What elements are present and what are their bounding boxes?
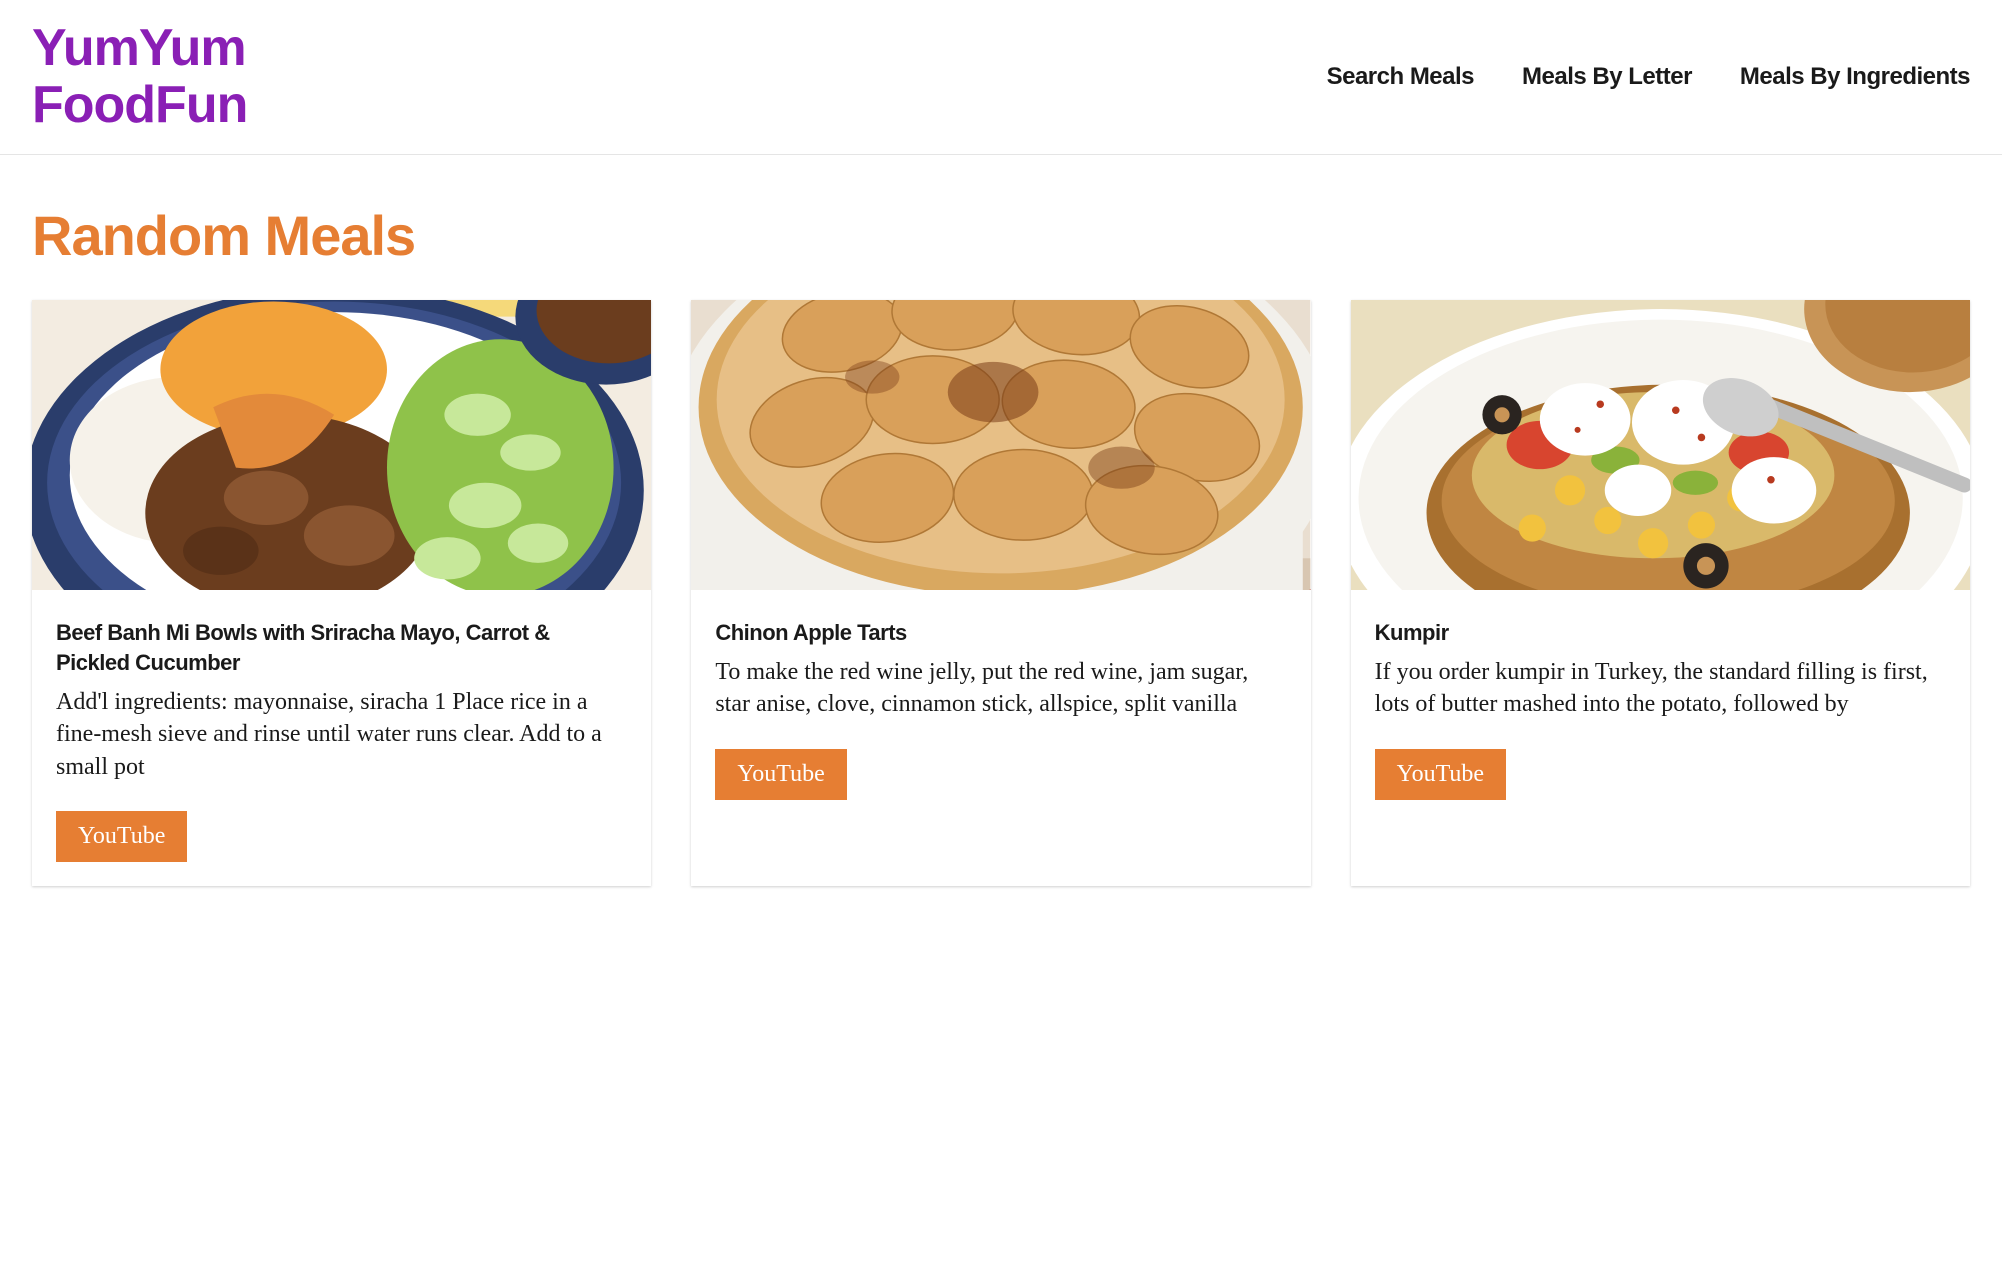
logo-line-1: YumYum — [32, 20, 247, 77]
meal-title: Beef Banh Mi Bowls with Sriracha Mayo, C… — [56, 618, 627, 677]
meal-title: Chinon Apple Tarts — [715, 618, 1286, 648]
nav-meals-by-ingredients[interactable]: Meals By Ingredients — [1740, 63, 1970, 91]
meal-card: Beef Banh Mi Bowls with Sriracha Mayo, C… — [32, 300, 651, 886]
meal-description: If you order kumpir in Turkey, the stand… — [1375, 656, 1946, 721]
logo-link[interactable]: YumYum FoodFun — [32, 20, 247, 134]
youtube-button[interactable]: YouTube — [56, 811, 187, 862]
logo-line-2: FoodFun — [32, 77, 247, 134]
page-title: Random Meals — [32, 203, 1970, 268]
meal-card-body: Chinon Apple Tarts To make the red wine … — [691, 590, 1310, 823]
main-content: Random Meals — [0, 155, 2002, 934]
meal-description: To make the red wine jelly, put the red … — [715, 656, 1286, 721]
meal-description: Add'l ingredients: mayonnaise, siracha 1… — [56, 686, 627, 783]
site-header: YumYum FoodFun Search Meals Meals By Let… — [0, 0, 2002, 155]
meals-grid: Beef Banh Mi Bowls with Sriracha Mayo, C… — [32, 300, 1970, 886]
nav-meals-by-letter[interactable]: Meals By Letter — [1522, 63, 1692, 91]
banh-mi-bowl-image — [32, 300, 651, 590]
meal-card: Kumpir If you order kumpir in Turkey, th… — [1351, 300, 1970, 886]
meal-card: Chinon Apple Tarts To make the red wine … — [691, 300, 1310, 886]
youtube-button[interactable]: YouTube — [1375, 749, 1506, 800]
apple-tart-image — [691, 300, 1310, 590]
kumpir-image — [1351, 300, 1970, 590]
meal-image[interactable] — [32, 300, 651, 590]
meal-image[interactable] — [1351, 300, 1970, 590]
main-nav: Search Meals Meals By Letter Meals By In… — [1327, 63, 1970, 91]
youtube-button[interactable]: YouTube — [715, 749, 846, 800]
meal-title: Kumpir — [1375, 618, 1946, 648]
nav-search-meals[interactable]: Search Meals — [1327, 63, 1474, 91]
meal-card-body: Beef Banh Mi Bowls with Sriracha Mayo, C… — [32, 590, 651, 886]
meal-image[interactable] — [691, 300, 1310, 590]
meal-card-body: Kumpir If you order kumpir in Turkey, th… — [1351, 590, 1970, 823]
